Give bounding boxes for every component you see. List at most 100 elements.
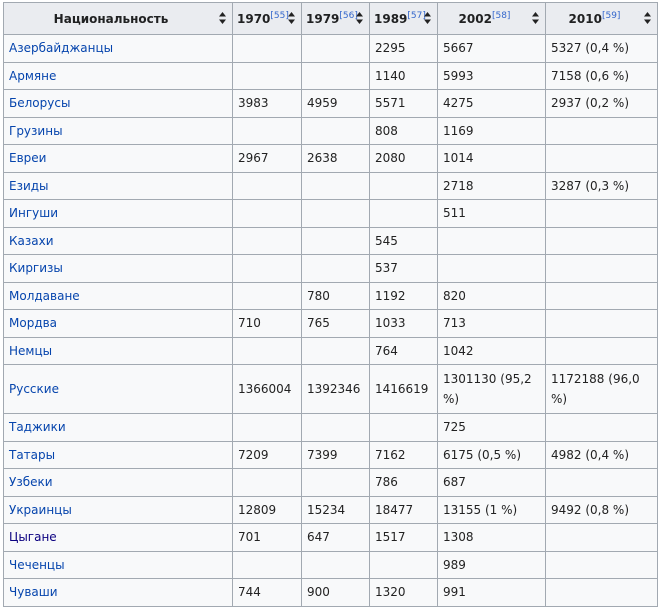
cell-1979 — [301, 550, 370, 579]
cell-1989 — [369, 550, 438, 579]
cell-2010: 7158 (0,6 %) — [545, 61, 658, 90]
nationality-cell: Армяне — [3, 61, 233, 90]
cell-2010 — [545, 199, 658, 228]
cell-2002: 511 — [437, 199, 546, 228]
header-1979[interactable]: 1979[56] — [301, 2, 370, 35]
cell-2002: 6175 (0,5 %) — [437, 440, 546, 469]
nationality-link[interactable]: Ингуши — [9, 206, 58, 220]
cell-2010 — [545, 413, 658, 442]
sort-icon[interactable] — [219, 12, 226, 24]
cell-1979 — [301, 226, 370, 255]
cell-1979 — [301, 116, 370, 145]
cell-2002: 1014 — [437, 144, 546, 173]
table-row: Езиды 2718 3287 (0,3 %) — [3, 171, 658, 200]
sort-icon[interactable] — [356, 12, 363, 24]
table-row: Белорусы 3983 4959 5571 4275 2937 (0,2 %) — [3, 89, 658, 118]
nationality-cell: Евреи — [3, 144, 233, 173]
nationality-link[interactable]: Таджики — [9, 420, 66, 434]
nationality-link[interactable]: Грузины — [9, 124, 63, 138]
cell-1989: 545 — [369, 226, 438, 255]
cell-2002: 2718 — [437, 171, 546, 200]
nationality-link[interactable]: Киргизы — [9, 261, 63, 275]
cell-2010 — [545, 226, 658, 255]
nationality-link[interactable]: Евреи — [9, 151, 46, 165]
table-row: Киргизы 537 — [3, 254, 658, 283]
cell-1979: 15234 — [301, 495, 370, 524]
cell-2002: 1042 — [437, 336, 546, 365]
cell-1989: 2080 — [369, 144, 438, 173]
nationality-link[interactable]: Молдаване — [9, 289, 80, 303]
nationality-link[interactable]: Украинцы — [9, 503, 72, 517]
nationality-link[interactable]: Татары — [9, 448, 55, 462]
cell-1989: 1033 — [369, 309, 438, 338]
cell-1989: 2295 — [369, 34, 438, 63]
header-1989[interactable]: 1989[57] — [369, 2, 438, 35]
table-row: Цыгане 701 647 1517 1308 — [3, 523, 658, 552]
cell-1979 — [301, 34, 370, 63]
nationality-link[interactable]: Цыгане — [9, 530, 57, 544]
sort-icon[interactable] — [532, 12, 539, 24]
cell-1970: 2967 — [232, 144, 302, 173]
nationality-cell: Украинцы — [3, 495, 233, 524]
nationality-link[interactable]: Русские — [9, 382, 59, 396]
reference-link[interactable]: [58] — [492, 11, 510, 21]
nationality-cell: Цыгане — [3, 523, 233, 552]
nationality-link[interactable]: Чеченцы — [9, 558, 65, 572]
nationality-cell: Белорусы — [3, 89, 233, 118]
reference-link[interactable]: [55] — [270, 11, 288, 21]
cell-2010: 1172188 (96,0 %) — [545, 364, 658, 414]
cell-1970 — [232, 550, 302, 579]
cell-1979 — [301, 254, 370, 283]
nationality-cell: Русские — [3, 364, 233, 414]
cell-2010 — [545, 550, 658, 579]
sort-icon[interactable] — [288, 12, 295, 24]
cell-1970 — [232, 226, 302, 255]
cell-1970: 3983 — [232, 89, 302, 118]
cell-2010 — [545, 281, 658, 310]
nationality-link[interactable]: Белорусы — [9, 96, 70, 110]
nationality-cell: Казахи — [3, 226, 233, 255]
header-1970[interactable]: 1970[55] — [232, 2, 302, 35]
cell-1989: 786 — [369, 468, 438, 497]
cell-1989: 764 — [369, 336, 438, 365]
nationality-link[interactable]: Армяне — [9, 69, 56, 83]
nationality-cell: Чеченцы — [3, 550, 233, 579]
cell-1989: 1192 — [369, 281, 438, 310]
cell-1989: 7162 — [369, 440, 438, 469]
table-row: Украинцы 12809 15234 18477 13155 (1 %) 9492 (… — [3, 495, 658, 524]
cell-2002: 1308 — [437, 523, 546, 552]
header-2002[interactable]: 2002[58] — [437, 2, 546, 35]
cell-2002: 820 — [437, 281, 546, 310]
nationality-link[interactable]: Чуваши — [9, 585, 58, 599]
nationality-link[interactable]: Узбеки — [9, 475, 53, 489]
nationality-link[interactable]: Казахи — [9, 234, 54, 248]
table-row: Молдаване 780 1192 820 — [3, 281, 658, 310]
cell-2010: 4982 (0,4 %) — [545, 440, 658, 469]
cell-1970 — [232, 171, 302, 200]
cell-2010: 2937 (0,2 %) — [545, 89, 658, 118]
cell-2002: 5667 — [437, 34, 546, 63]
cell-1989 — [369, 171, 438, 200]
cell-1979: 1392346 — [301, 364, 370, 414]
cell-1979 — [301, 468, 370, 497]
sort-icon[interactable] — [424, 12, 431, 24]
cell-1970: 12809 — [232, 495, 302, 524]
nationality-link[interactable]: Езиды — [9, 179, 49, 193]
reference-link[interactable]: [59] — [602, 11, 620, 21]
sort-icon[interactable] — [644, 12, 651, 24]
table-row: Чеченцы 989 — [3, 550, 658, 579]
cell-1970 — [232, 199, 302, 228]
cell-1970 — [232, 254, 302, 283]
header-2010[interactable]: 2010[59] — [545, 2, 658, 35]
cell-1979 — [301, 199, 370, 228]
cell-1970 — [232, 116, 302, 145]
nationality-link[interactable]: Азербайджанцы — [9, 41, 113, 55]
nationality-cell: Мордва — [3, 309, 233, 338]
nationality-link[interactable]: Мордва — [9, 316, 57, 330]
header-nationality[interactable]: Национальность — [3, 2, 233, 35]
table-row: Казахи 545 — [3, 226, 658, 255]
nationality-cell: Грузины — [3, 116, 233, 145]
header-label: 1989 — [374, 11, 408, 26]
cell-1970 — [232, 413, 302, 442]
nationality-link[interactable]: Немцы — [9, 344, 52, 358]
